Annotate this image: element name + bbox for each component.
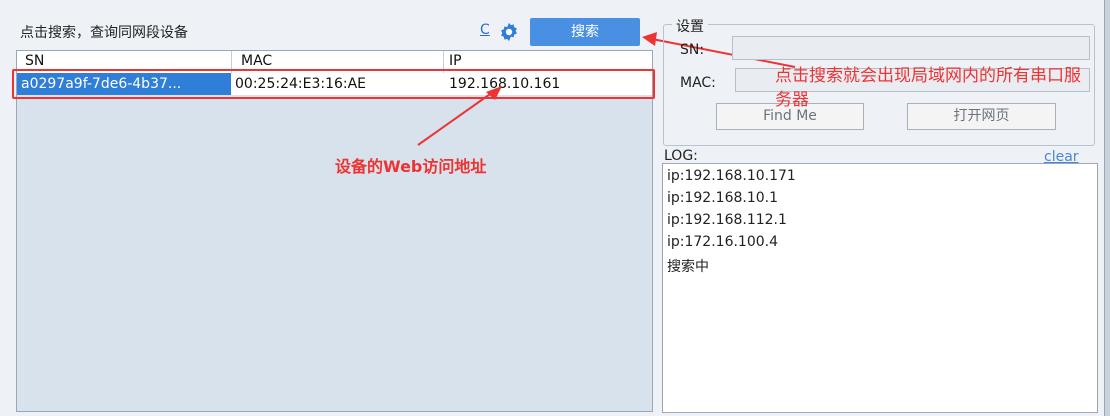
search-result-annotation: 点击搜索就会出现局域网内的所有串口服务器 [775, 66, 1081, 110]
sn-input[interactable] [732, 36, 1090, 60]
log-line: ip:172.16.100.4 [667, 234, 779, 250]
log-line: 搜索中 [667, 259, 709, 275]
settings-legend: 设置 [672, 16, 708, 36]
window-edge [1104, 0, 1110, 416]
sn-label: SN: [680, 42, 705, 58]
log-line: ip:192.168.112.1 [667, 212, 787, 228]
log-line: ip:192.168.10.171 [667, 168, 796, 184]
log-label: LOG: [664, 148, 698, 164]
log-output[interactable]: ip:192.168.10.171 ip:192.168.10.1 ip:192… [662, 163, 1098, 413]
log-line: ip:192.168.10.1 [667, 190, 779, 206]
app-window: 点击搜索，查询同网段设备 C 搜索 SN MAC IP a0297a9f-7de… [0, 0, 1104, 416]
mac-label: MAC: [680, 75, 716, 91]
search-arrow-head [642, 32, 657, 46]
web-address-arrow [417, 91, 494, 146]
web-arrow-head [486, 86, 502, 100]
web-address-annotation: 设备的Web访问地址 [335, 157, 487, 176]
